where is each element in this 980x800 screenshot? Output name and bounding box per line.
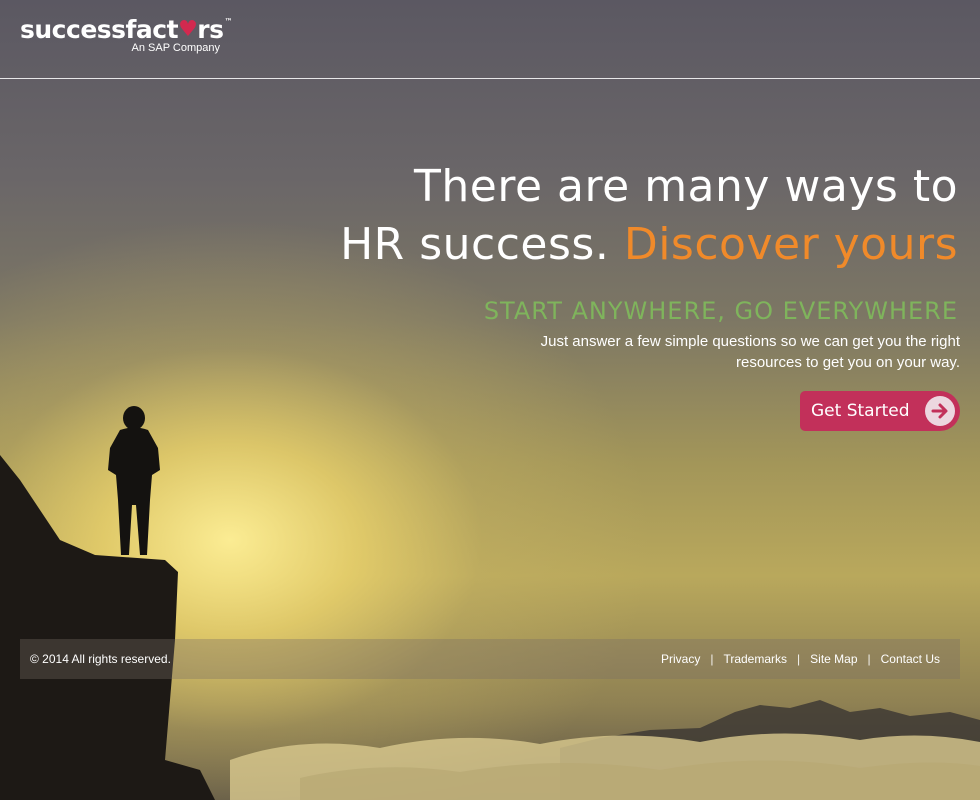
footer-separator: |: [797, 652, 801, 666]
footer-link-site-map[interactable]: Site Map: [810, 652, 857, 666]
logo-text-suffix: rs: [197, 15, 224, 44]
trademark-symbol: ™: [224, 17, 233, 26]
headline-accent: Discover yours: [623, 219, 958, 270]
hero-subtext: Just answer a few simple questions so we…: [480, 331, 960, 373]
site-footer: © 2014 All rights reserved. Privacy | Tr…: [20, 639, 960, 679]
get-started-button[interactable]: Get Started: [800, 391, 960, 431]
footer-link-contact-us[interactable]: Contact Us: [881, 652, 940, 666]
get-started-label: Get Started: [811, 401, 910, 421]
footer-link-privacy[interactable]: Privacy: [661, 652, 700, 666]
arrow-right-circle-icon: [925, 396, 955, 426]
copyright-text: © 2014 All rights reserved.: [30, 652, 171, 666]
logo-text-prefix: successfact: [20, 15, 179, 44]
footer-separator: |: [710, 652, 714, 666]
hero-headline: There are many ways to HR success. Disco…: [258, 158, 958, 274]
headline-line-2: HR success.: [340, 219, 610, 270]
footer-link-trademarks[interactable]: Trademarks: [723, 652, 787, 666]
heart-icon: ♥: [178, 17, 198, 42]
subtext-line-1: Just answer a few simple questions so we…: [540, 333, 960, 350]
footer-links: Privacy | Trademarks | Site Map | Contac…: [661, 652, 950, 666]
subtext-line-2: resources to get you on your way.: [735, 354, 960, 371]
logo-wordmark: successfact ♥ rs ™: [20, 16, 232, 44]
headline-line-1: There are many ways to: [414, 161, 958, 212]
successfactors-logo[interactable]: successfact ♥ rs ™ An SAP Company: [20, 16, 232, 55]
footer-separator: |: [867, 652, 871, 666]
site-header: successfact ♥ rs ™ An SAP Company: [0, 0, 980, 79]
hero-tagline: START ANYWHERE, GO EVERYWHERE: [483, 297, 958, 325]
